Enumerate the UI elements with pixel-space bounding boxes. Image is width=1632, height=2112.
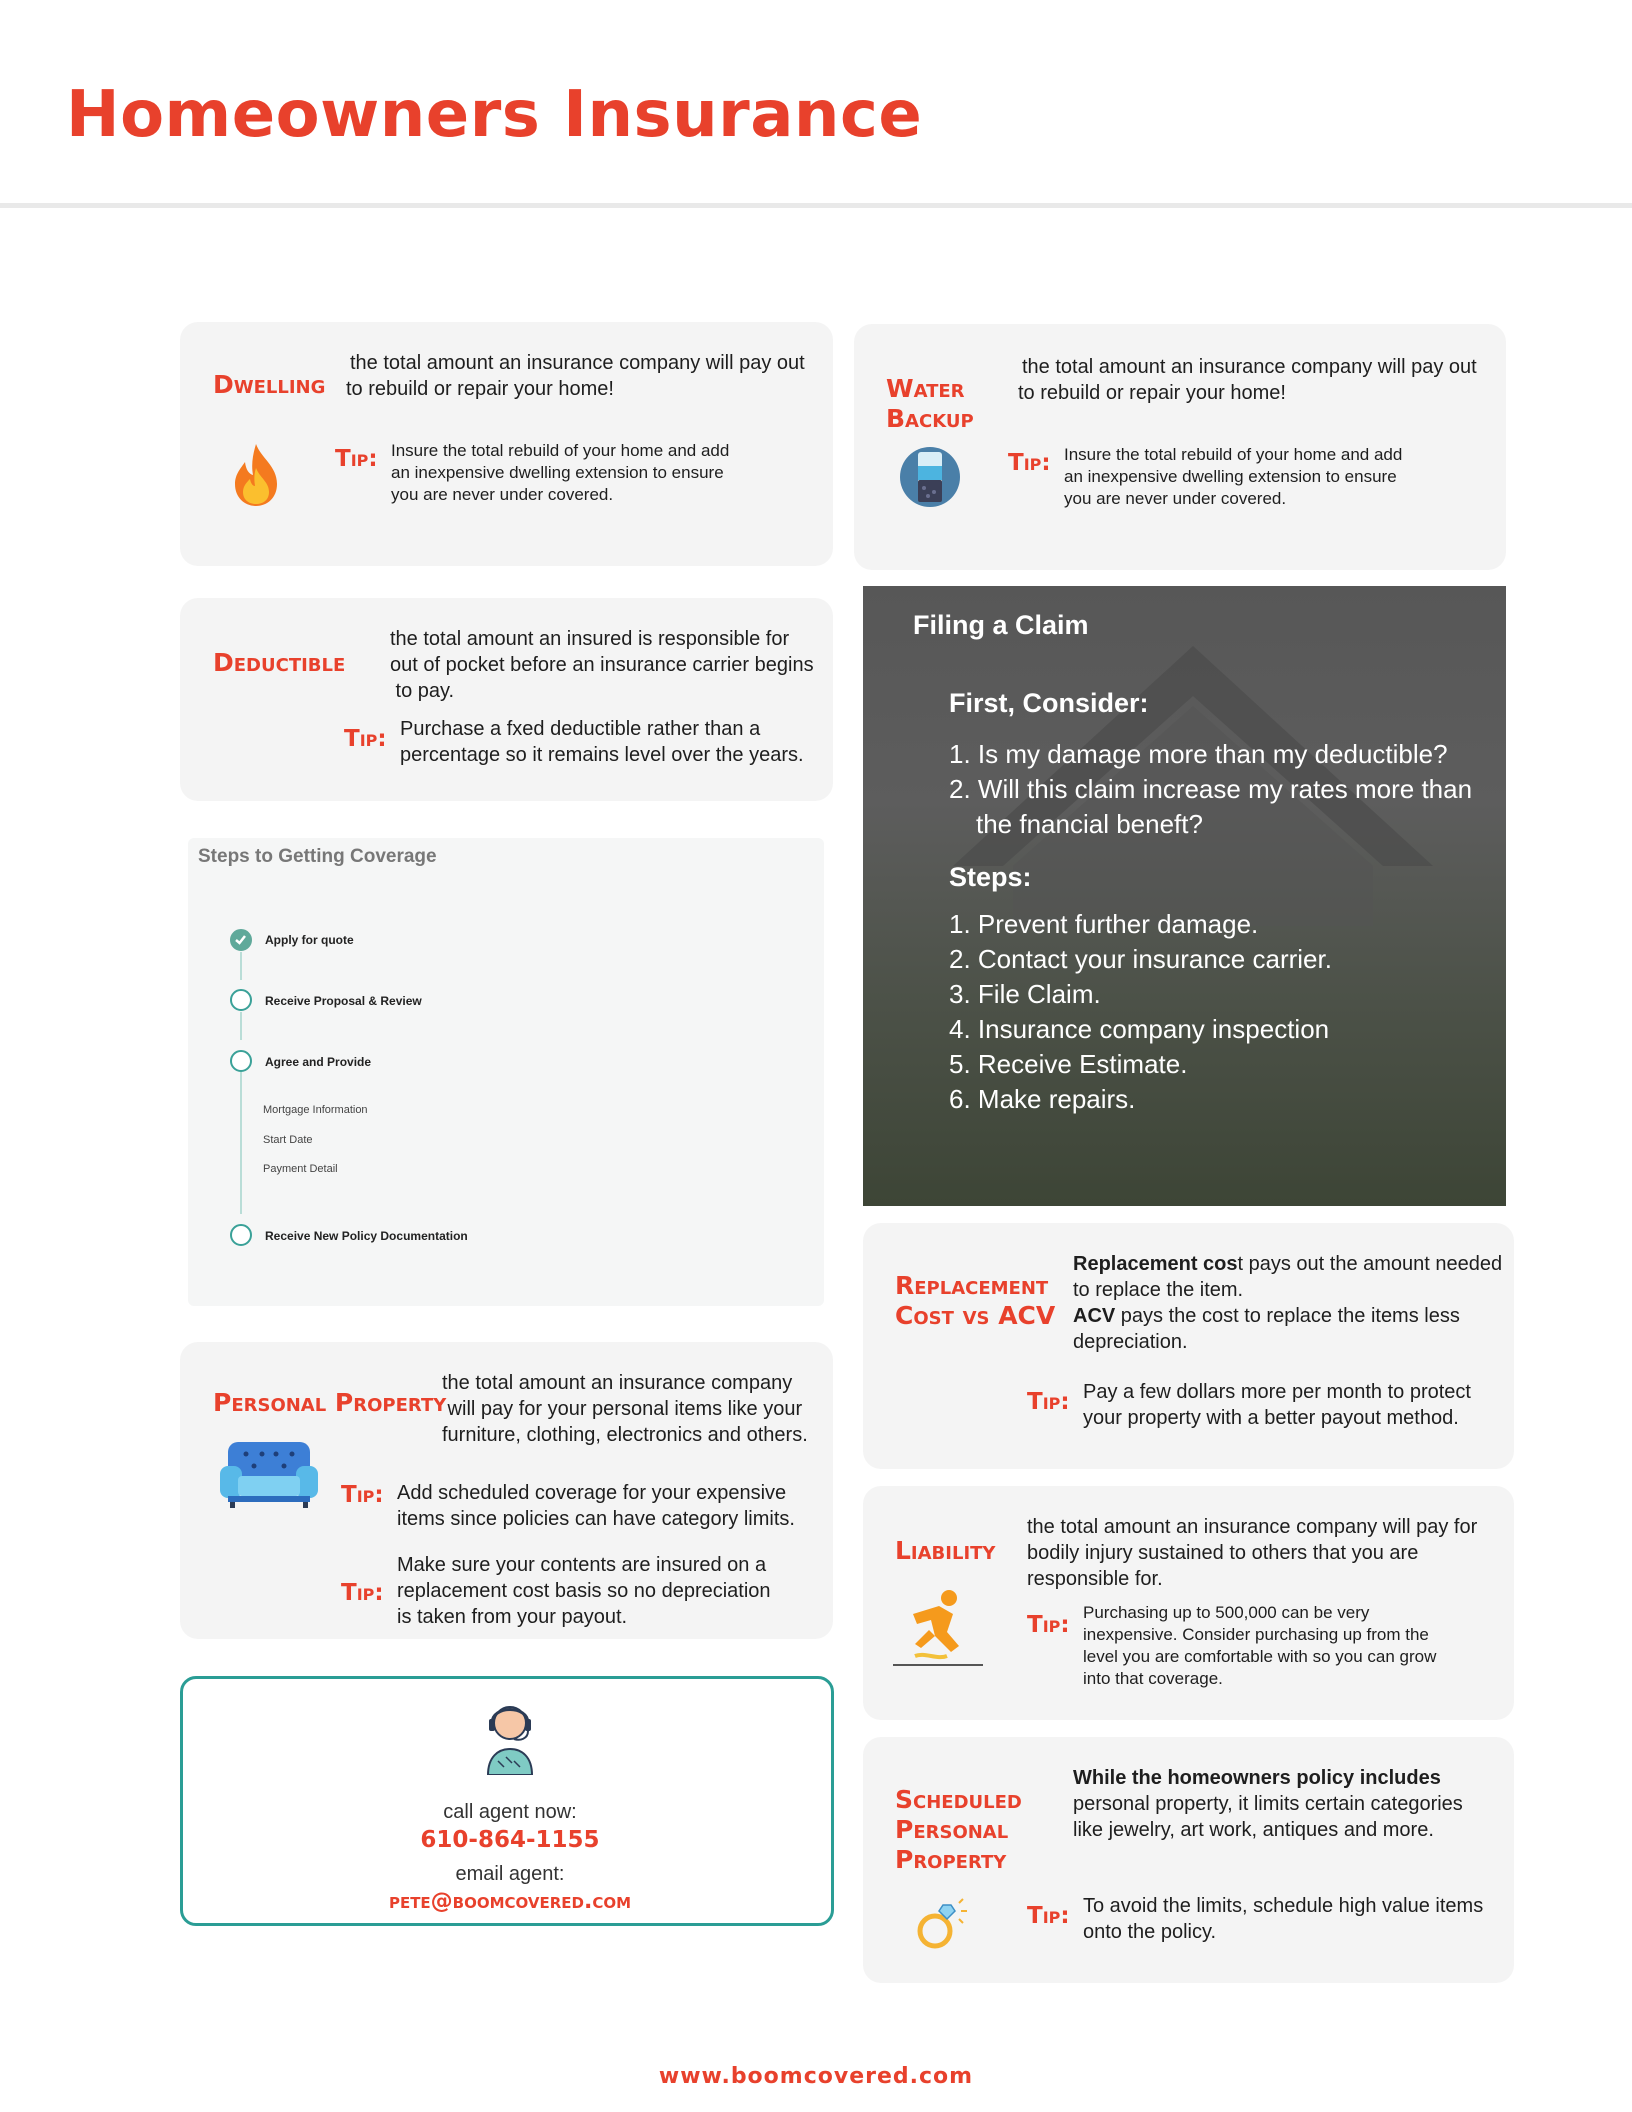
replacement-cost-card: Replacement Cost vs ACV Replacement cost… (863, 1223, 1514, 1469)
scheduled-property-card: Scheduled Personal Property While the ho… (863, 1737, 1514, 1983)
liability-tip-label: Tip: (1027, 1612, 1070, 1638)
email-agent-label: email agent: (455, 1863, 565, 1885)
footer-website-link[interactable]: www.boomcovered.com (0, 2064, 1632, 2089)
water-backup-description: the total amount an insurance company wi… (1018, 356, 1477, 404)
replacement-tip-label: Tip: (1027, 1389, 1070, 1415)
page-title: Homeowners Insurance (66, 78, 923, 152)
step-receive-new-policy: Receive New Policy Documentation (265, 1229, 468, 1243)
dwelling-description: the total amount an insurance company wi… (346, 352, 805, 400)
step-complete-check-icon (230, 929, 252, 951)
replacement-tip-text: Pay a few dollars more per month to prot… (1083, 1381, 1471, 1429)
dwelling-tip-text: Insure the total rebuild of your home an… (391, 441, 730, 504)
deductible-label: Deductible (213, 648, 346, 677)
liability-label: Liability (895, 1536, 996, 1565)
water-backup-card: Water Backup the total amount an insuran… (854, 324, 1506, 570)
liability-card: Liability the total amount an insurance … (863, 1486, 1514, 1720)
diamond-ring-icon (913, 1897, 969, 1953)
replacement-cost-description: Replacement cost pays out the amount nee… (1073, 1253, 1503, 1353)
claim-title: Filing a Claim (913, 610, 1089, 640)
claim-steps-list: 1. Prevent further damage. 2. Contact yo… (949, 909, 1332, 1114)
step-circle-icon (230, 1050, 252, 1072)
step-circle-icon (230, 989, 252, 1011)
personal-property-tip2-text: Make sure your contents are insured on a… (397, 1554, 771, 1628)
step-apply-for-quote: Apply for quote (265, 933, 354, 947)
coverage-steps-title: Steps to Getting Coverage (198, 846, 437, 867)
water-backup-label: Water Backup (886, 374, 974, 433)
scheduled-tip-label: Tip: (1027, 1903, 1070, 1929)
personal-property-tip1-text: Add scheduled coverage for your expensiv… (397, 1482, 795, 1530)
water-level-icon (899, 446, 961, 508)
agent-phone-link[interactable]: 610-864-1155 (183, 1827, 837, 1853)
dwelling-tip-label: Tip: (335, 446, 378, 472)
claim-consider-heading: First, Consider: (949, 688, 1149, 718)
personal-property-description: the total amount an insurance company wi… (442, 1372, 808, 1446)
personal-property-card: Personal Property the total amount an in… (180, 1342, 833, 1639)
dwelling-card: Dwelling the total amount an insurance c… (180, 322, 833, 566)
liability-tip-text: Purchasing up to 500,000 can be very ine… (1083, 1603, 1437, 1688)
step-agree-and-provide: Agree and Provide (265, 1055, 372, 1069)
slip-fall-icon (891, 1584, 985, 1668)
step-receive-proposal: Receive Proposal & Review (265, 994, 422, 1008)
personal-property-tip1-label: Tip: (341, 1482, 384, 1508)
replacement-cost-label: Replacement Cost vs ACV (895, 1271, 1056, 1330)
personal-property-label: Personal Property (213, 1388, 447, 1417)
steps-connector (240, 952, 242, 980)
header-divider (0, 203, 1632, 208)
water-backup-tip-label: Tip: (1008, 450, 1051, 476)
filing-claim-panel: Filing a Claim First, Consider: 1. Is my… (863, 586, 1506, 1206)
liability-description: the total amount an insurance company wi… (1027, 1516, 1478, 1590)
scheduled-tip-text: To avoid the limits, schedule high value… (1083, 1895, 1484, 1943)
sofa-icon (218, 1438, 320, 1510)
personal-property-tip2-label: Tip: (341, 1580, 384, 1606)
water-backup-tip-text: Insure the total rebuild of your home an… (1064, 445, 1403, 508)
deductible-card: Deductible the total amount an insured i… (180, 598, 833, 801)
step-circle-icon (230, 1224, 252, 1246)
agent-headset-icon (484, 1695, 536, 1776)
claim-consider-list: 1. Is my damage more than my deductible?… (949, 739, 1473, 839)
agent-contact-box: call agent now: 610-864-1155 email agent… (180, 1676, 834, 1926)
agent-email-link[interactable]: pete@boomcovered.com (183, 1889, 837, 1914)
substep-start-date: Start Date (263, 1134, 313, 1146)
scheduled-property-label: Scheduled Personal Property (895, 1785, 1022, 1874)
call-agent-label: call agent now: (443, 1801, 577, 1823)
fire-icon (225, 442, 287, 508)
scheduled-property-description: While the homeowners policy includes per… (1073, 1767, 1463, 1841)
steps-connector (240, 1012, 242, 1040)
claim-steps-heading: Steps: (949, 862, 1032, 892)
deductible-tip-text: Purchase a fxed deductible rather than a… (400, 718, 804, 766)
dwelling-label: Dwelling (213, 370, 326, 399)
deductible-tip-label: Tip: (344, 726, 387, 752)
substep-payment-detail: Payment Detail (263, 1163, 338, 1175)
steps-connector (240, 1072, 242, 1214)
substep-mortgage-information: Mortgage Information (263, 1104, 368, 1116)
deductible-description: the total amount an insured is responsib… (390, 628, 814, 702)
